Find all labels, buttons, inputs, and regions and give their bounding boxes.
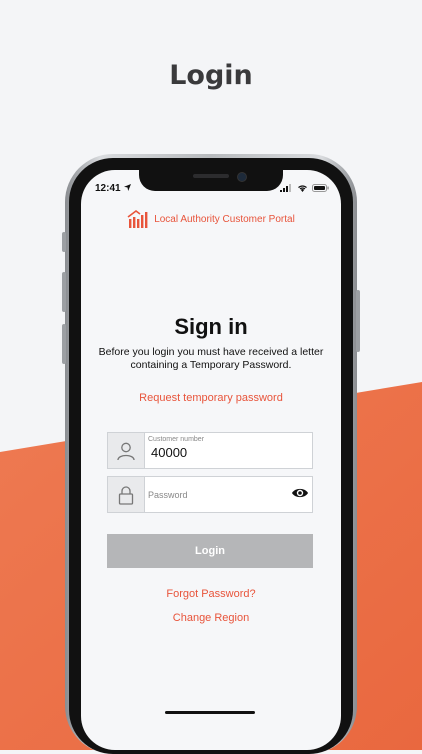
customer-number-field[interactable]: Customer number 40000 xyxy=(107,432,313,469)
app-screen: 12:41 Local Authority Customer Portal Si… xyxy=(81,170,341,750)
wifi-icon xyxy=(298,185,307,192)
volume-down-button xyxy=(62,324,66,364)
password-field[interactable]: Password xyxy=(107,476,313,513)
speaker xyxy=(193,174,229,178)
battery-icon xyxy=(312,184,329,192)
lock-icon xyxy=(118,485,134,505)
power-button xyxy=(356,290,360,352)
notch xyxy=(139,170,283,191)
password-placeholder[interactable]: Password xyxy=(148,490,188,500)
status-time-text: 12:41 xyxy=(95,183,121,194)
volume-up-button xyxy=(62,272,66,312)
eye-icon[interactable] xyxy=(291,486,309,500)
user-icon-box xyxy=(108,433,145,468)
page-heading: Login xyxy=(169,60,253,91)
lock-icon-box xyxy=(108,477,145,512)
mute-switch xyxy=(62,232,66,252)
signal-icon xyxy=(280,184,291,192)
customer-number-label: Customer number xyxy=(148,436,205,443)
signin-subtitle: Before you login you must have received … xyxy=(98,346,324,371)
brand-logo-icon xyxy=(127,210,148,228)
brand-name: Local Authority Customer Portal xyxy=(154,213,295,225)
change-region-link[interactable]: Change Region xyxy=(81,612,341,624)
location-arrow-icon xyxy=(124,184,132,191)
customer-number-value[interactable]: 40000 xyxy=(151,445,187,460)
login-button[interactable]: Login xyxy=(107,534,313,568)
brand-header: Local Authority Customer Portal xyxy=(81,210,341,228)
forgot-password-link[interactable]: Forgot Password? xyxy=(81,588,341,600)
home-indicator xyxy=(165,711,255,714)
signin-title: Sign in xyxy=(174,314,248,339)
user-icon xyxy=(117,442,135,460)
request-temporary-password-link[interactable]: Request temporary password xyxy=(81,392,341,404)
status-time: 12:41 xyxy=(95,183,132,194)
status-icons xyxy=(280,184,329,192)
camera xyxy=(237,172,247,182)
